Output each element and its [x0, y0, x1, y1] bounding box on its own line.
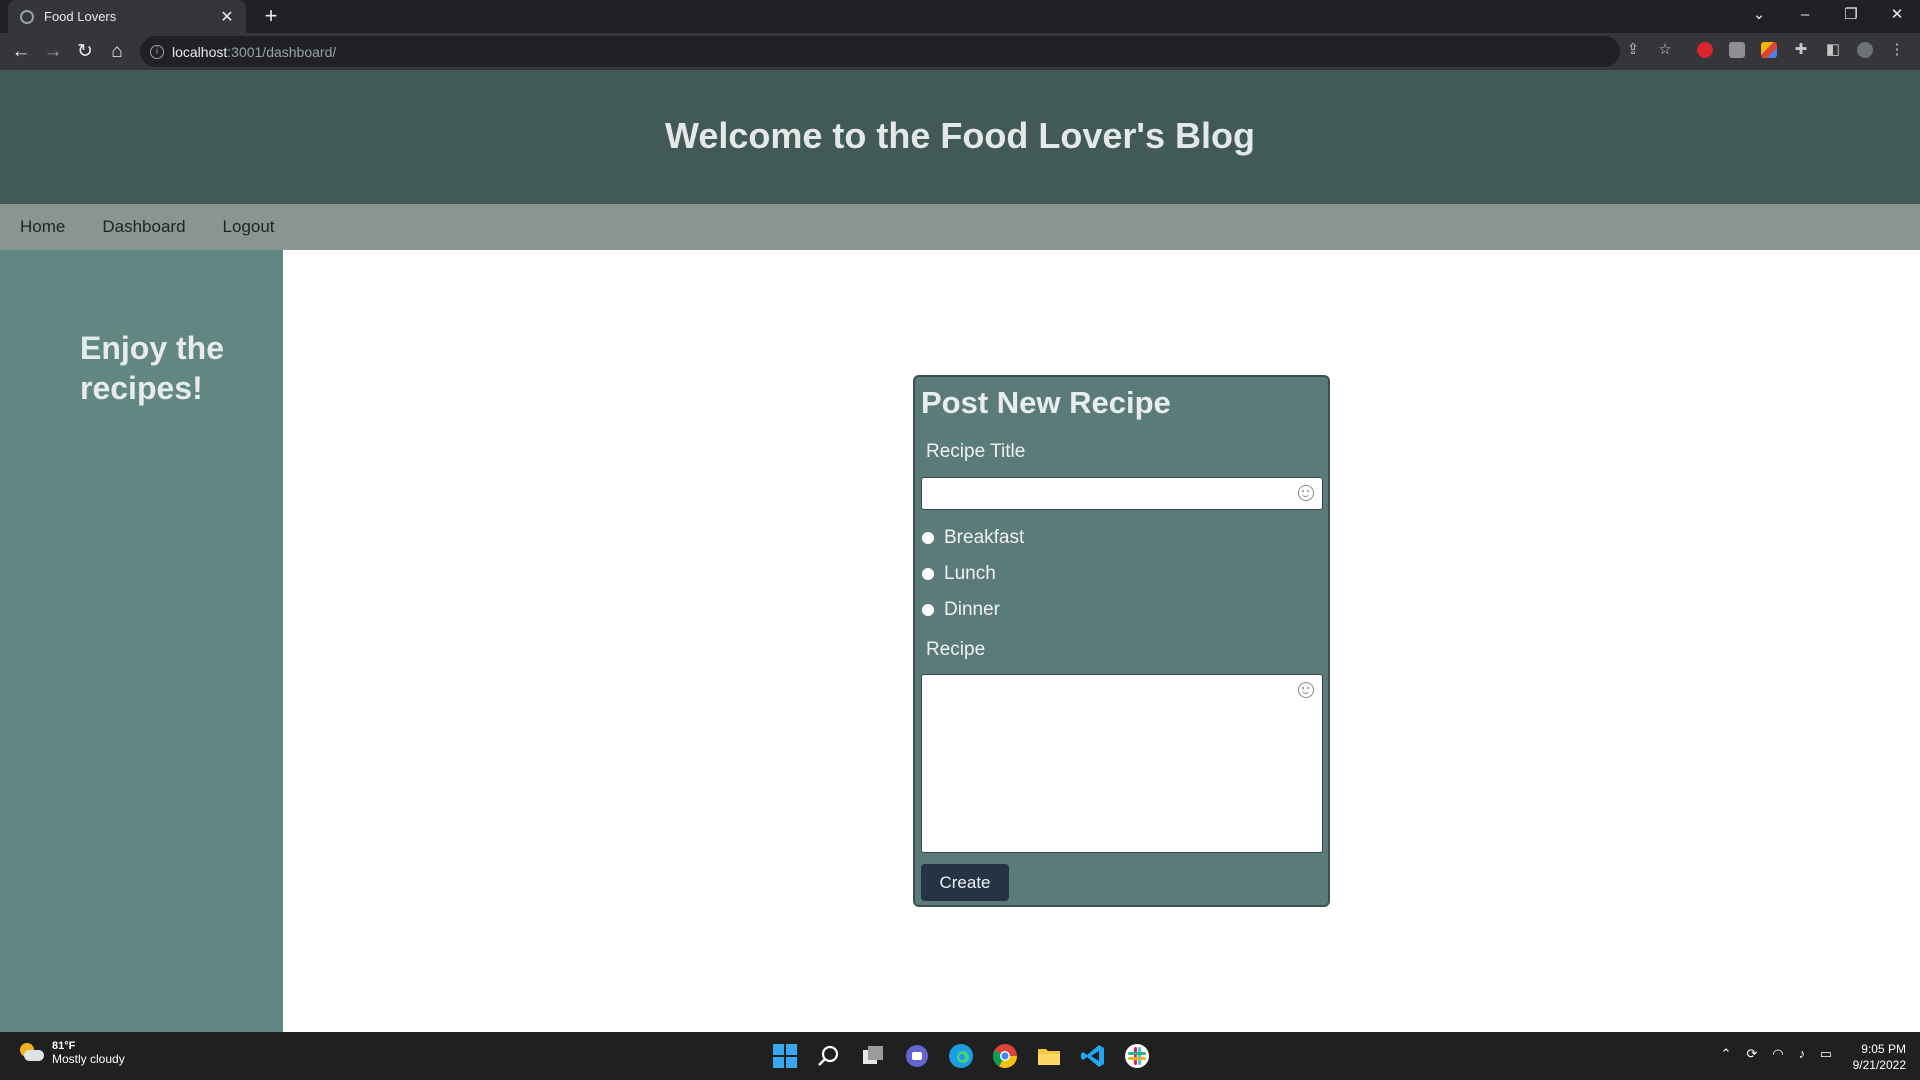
post-recipe-form: Post New Recipe Recipe Title Breakfast L…: [913, 375, 1330, 907]
meal-option-breakfast[interactable]: Breakfast: [922, 526, 1024, 550]
radio-button[interactable]: [922, 604, 934, 616]
side-panel-icon[interactable]: ◧: [1824, 41, 1842, 59]
share-icon[interactable]: ⇪: [1624, 41, 1642, 59]
recipe-title-input[interactable]: [921, 477, 1323, 510]
meal-option-label: Lunch: [944, 563, 996, 584]
browser-tab-strip: Food Lovers ✕ + ⌄ – ❐ ✕: [0, 0, 1920, 33]
chrome-browser-icon[interactable]: [991, 1042, 1019, 1070]
browser-toolbar: ← → ↻ ⌂ i localhost :3001/dashboard/ ⇪ ☆…: [0, 33, 1920, 70]
task-view-icon[interactable]: [859, 1042, 887, 1070]
url-path: :3001/dashboard/: [227, 43, 337, 60]
recipe-body-textarea[interactable]: [921, 674, 1323, 853]
recipe-body-label: Recipe: [926, 639, 986, 660]
minimize-icon[interactable]: –: [1782, 0, 1828, 33]
search-icon[interactable]: [815, 1042, 843, 1070]
sidebar: Enjoy the recipes!: [0, 250, 283, 1032]
reload-icon[interactable]: ↻: [70, 37, 100, 67]
extensions-puzzle-icon[interactable]: ✚: [1792, 41, 1810, 59]
battery-icon[interactable]: ▭: [1816, 1046, 1836, 1062]
menu-kebab-icon[interactable]: ⋮: [1888, 41, 1906, 59]
globe-icon: [20, 9, 34, 24]
system-clock[interactable]: 9:05 PM 9/21/2022: [1853, 1041, 1906, 1073]
weather-icon: [18, 1042, 44, 1064]
meal-option-dinner[interactable]: Dinner: [922, 598, 1000, 622]
site-header: Welcome to the Food Lover's Blog: [0, 70, 1920, 204]
weather-condition: Mostly cloudy: [52, 1052, 125, 1066]
emoji-picker-icon[interactable]: [1298, 682, 1314, 698]
weather-temperature: 81°F: [52, 1040, 76, 1052]
close-tab-icon[interactable]: ✕: [218, 7, 236, 27]
recipe-title-label: Recipe Title: [926, 441, 1026, 462]
clock-time: 9:05 PM: [1861, 1042, 1906, 1056]
back-icon[interactable]: ←: [6, 37, 36, 67]
tab-title: Food Lovers: [44, 9, 117, 24]
restore-icon[interactable]: ❐: [1828, 0, 1874, 33]
address-bar[interactable]: i localhost :3001/dashboard/: [140, 36, 1620, 67]
weather-widget[interactable]: 81°F Mostly cloudy: [18, 1040, 125, 1066]
sync-icon[interactable]: ⟳: [1742, 1046, 1762, 1062]
volume-icon[interactable]: ♪: [1792, 1046, 1812, 1061]
form-heading: Post New Recipe: [921, 385, 1171, 420]
extension-pen-icon[interactable]: [1761, 42, 1777, 58]
show-hidden-icons-icon[interactable]: ⌃: [1716, 1046, 1736, 1062]
slack-icon[interactable]: [1123, 1042, 1151, 1070]
new-tab-button[interactable]: +: [258, 4, 284, 30]
site-nav: Home Dashboard Logout: [0, 204, 1920, 250]
tab-search-icon[interactable]: ⌄: [1736, 0, 1782, 33]
meal-option-label: Dinner: [944, 599, 1000, 620]
chat-icon[interactable]: [903, 1042, 931, 1070]
radio-button[interactable]: [922, 532, 934, 544]
browser-tab[interactable]: Food Lovers ✕: [8, 0, 246, 33]
edge-browser-icon[interactable]: [947, 1042, 975, 1070]
forward-icon[interactable]: →: [38, 37, 68, 67]
radio-button[interactable]: [922, 568, 934, 580]
create-button[interactable]: Create: [921, 864, 1009, 901]
nav-logout-link[interactable]: Logout: [223, 217, 275, 237]
bookmark-star-icon[interactable]: ☆: [1656, 41, 1674, 59]
meal-option-label: Breakfast: [944, 527, 1025, 548]
start-icon[interactable]: [771, 1042, 799, 1070]
sidebar-heading: Enjoy the recipes!: [80, 330, 225, 406]
nav-home-link[interactable]: Home: [20, 217, 65, 237]
url-host: localhost: [172, 43, 228, 60]
file-explorer-icon[interactable]: [1035, 1042, 1063, 1070]
extension-red-icon[interactable]: [1697, 42, 1713, 58]
page-title: Welcome to the Food Lover's Blog: [665, 115, 1255, 156]
nav-dashboard-link[interactable]: Dashboard: [102, 217, 185, 237]
home-icon[interactable]: ⌂: [102, 37, 132, 67]
vscode-icon[interactable]: [1079, 1042, 1107, 1070]
extension-gray-icon[interactable]: [1729, 42, 1745, 58]
taskbar: 81°F Mostly cloudy ⌃ ⟳ ◠ ♪ ▭ 9:05 PM 9/2…: [0, 1032, 1920, 1080]
meal-option-lunch[interactable]: Lunch: [922, 562, 996, 586]
site-info-icon[interactable]: i: [150, 44, 164, 59]
wifi-icon[interactable]: ◠: [1768, 1046, 1788, 1062]
profile-avatar-icon[interactable]: [1857, 42, 1873, 58]
emoji-picker-icon[interactable]: [1298, 485, 1314, 501]
clock-date: 9/21/2022: [1852, 1058, 1906, 1072]
close-window-icon[interactable]: ✕: [1874, 0, 1920, 33]
